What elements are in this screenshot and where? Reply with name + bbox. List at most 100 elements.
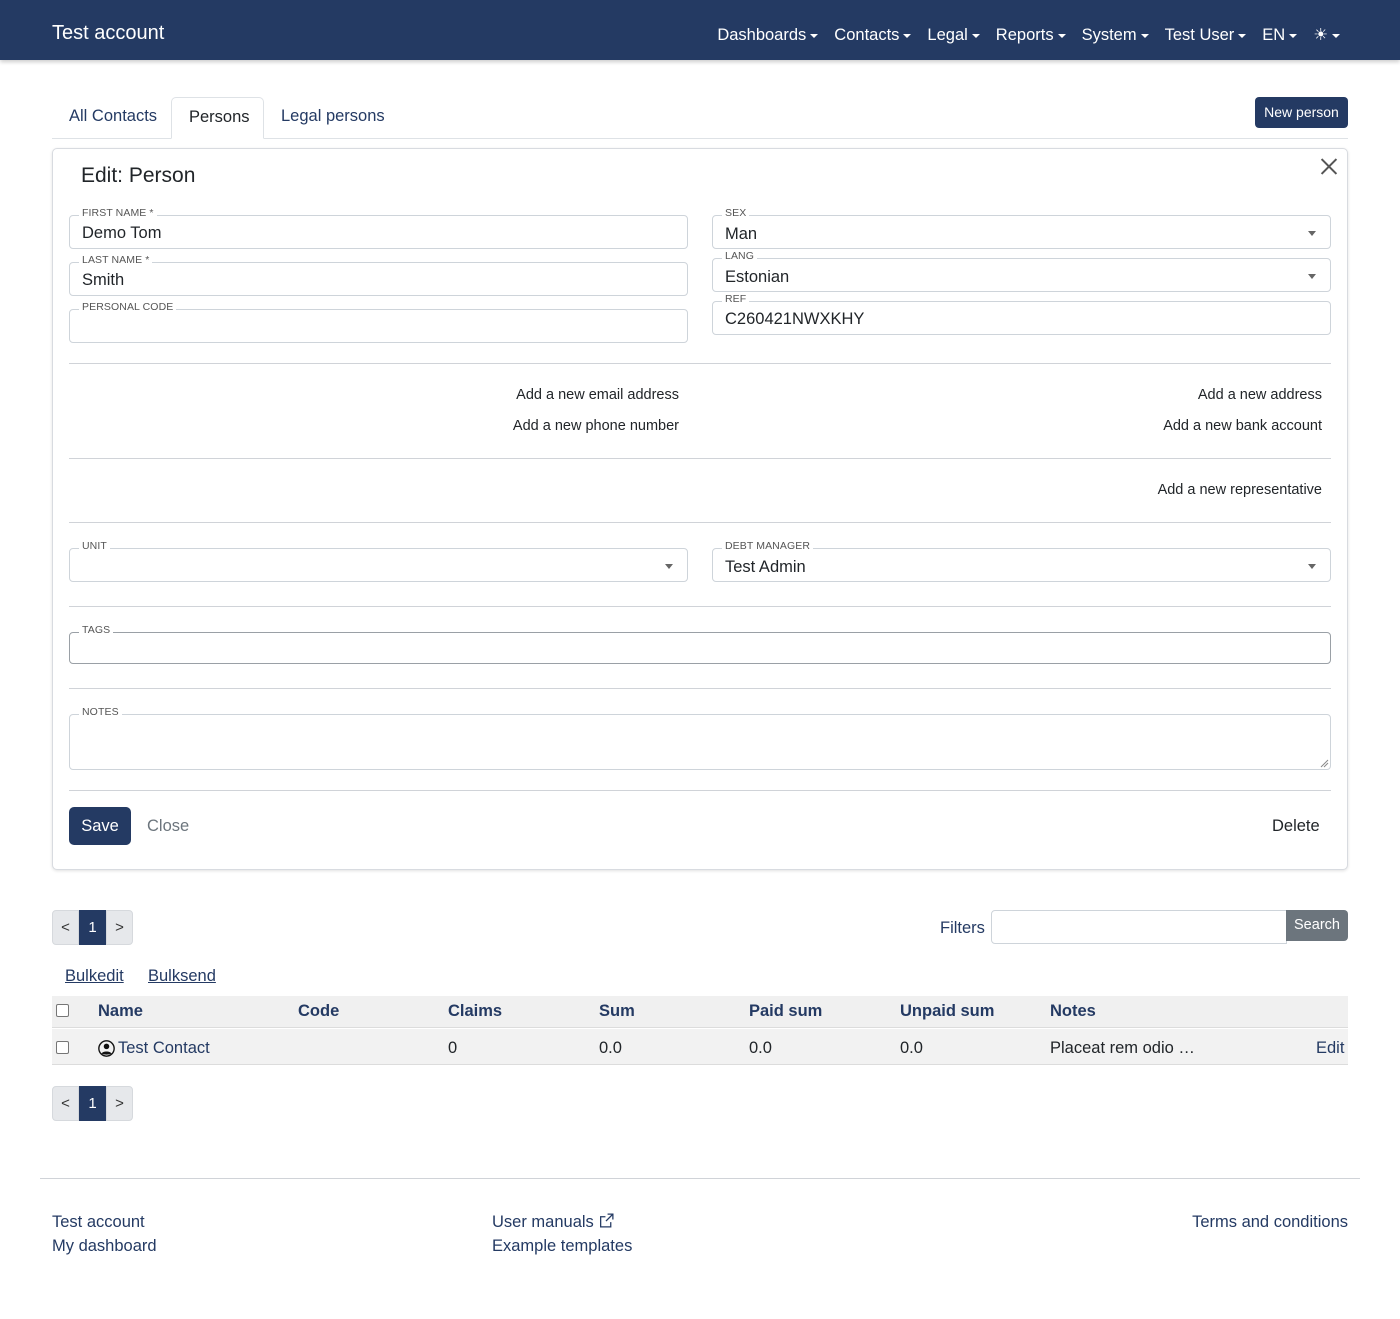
nav-user[interactable]: Test User: [1165, 25, 1247, 45]
col-name[interactable]: Name: [98, 1002, 143, 1021]
search-button[interactable]: Search: [1286, 910, 1348, 941]
page-1-button[interactable]: 1: [79, 1086, 106, 1121]
table-header: [52, 996, 1348, 1028]
tags-input[interactable]: [69, 632, 1331, 664]
footer-my-dashboard-link[interactable]: My dashboard: [52, 1237, 157, 1256]
nav-reports-label: Reports: [995, 25, 1054, 44]
col-notes[interactable]: Notes: [1050, 1002, 1096, 1021]
footer-example-templates-link[interactable]: Example templates: [492, 1237, 632, 1256]
footer-divider: [40, 1178, 1360, 1179]
col-paid-sum[interactable]: Paid sum: [749, 1002, 822, 1021]
ref-label: REF: [722, 293, 750, 305]
col-sum[interactable]: Sum: [599, 1002, 635, 1021]
row-name-link[interactable]: Test Contact: [118, 1039, 210, 1058]
last-name-field[interactable]: [69, 262, 688, 296]
row-edit-link[interactable]: Edit: [1316, 1039, 1344, 1058]
tab-legal-persons[interactable]: Legal persons: [264, 97, 402, 139]
nav-system[interactable]: System: [1082, 25, 1149, 45]
notes-textarea[interactable]: [69, 714, 1331, 770]
tab-all-contacts[interactable]: All Contacts: [52, 97, 174, 139]
prev-page-button[interactable]: <: [52, 910, 79, 945]
tab-persons[interactable]: Persons: [171, 97, 264, 139]
tags-label: TAGS: [79, 624, 114, 636]
nav-dashboards[interactable]: Dashboards: [717, 25, 819, 45]
page-1-button[interactable]: 1: [79, 910, 106, 945]
user-manuals-label: User manuals: [492, 1213, 594, 1231]
brand-title[interactable]: Test account: [52, 22, 164, 45]
nav-contacts-label: Contacts: [834, 25, 900, 44]
nav-contacts[interactable]: Contacts: [834, 25, 912, 45]
nav-reports[interactable]: Reports: [996, 25, 1066, 45]
nav-language[interactable]: EN: [1262, 25, 1298, 45]
first-name-field[interactable]: [69, 215, 688, 249]
first-name-value: Demo Tom: [82, 224, 162, 242]
divider: [69, 688, 1331, 689]
chevron-down-icon: [1308, 564, 1316, 569]
add-email-link[interactable]: Add a new email address: [516, 387, 679, 403]
col-claims[interactable]: Claims: [448, 1002, 502, 1021]
nav-theme[interactable]: ☀: [1313, 25, 1340, 45]
chevron-down-icon: [665, 564, 673, 569]
notes-label: NOTES: [79, 706, 122, 718]
person-circle-icon: [98, 1040, 115, 1057]
lang-select[interactable]: [712, 258, 1331, 292]
row-checkbox[interactable]: [56, 1041, 69, 1054]
add-representative-link[interactable]: Add a new representative: [1158, 482, 1322, 498]
close-button[interactable]: Close: [147, 817, 189, 836]
row-paid-sum: 0.0: [749, 1039, 772, 1057]
caret-down-icon: [1238, 34, 1247, 38]
filters-input[interactable]: [991, 910, 1287, 944]
last-name-label: LAST NAME *: [79, 254, 153, 266]
external-link-icon: [599, 1213, 614, 1228]
ref-value: C260421NWXKHY: [725, 310, 865, 328]
debt-manager-label: DEBT MANAGER: [722, 540, 814, 552]
select-all-checkbox[interactable]: [56, 1004, 69, 1017]
nav-dashboards-label: Dashboards: [717, 25, 807, 44]
sex-select[interactable]: [712, 215, 1331, 249]
first-name-label: FIRST NAME *: [79, 207, 157, 219]
footer-terms-link[interactable]: Terms and conditions: [1192, 1213, 1348, 1232]
caret-down-icon: [971, 34, 980, 38]
col-unpaid-sum[interactable]: Unpaid sum: [900, 1002, 994, 1021]
close-icon[interactable]: [1318, 155, 1340, 177]
filters-label: Filters: [940, 919, 985, 937]
divider: [69, 606, 1331, 607]
resize-handle-icon[interactable]: [1320, 759, 1329, 768]
last-name-value: Smith: [82, 271, 125, 289]
caret-down-icon: [1140, 34, 1149, 38]
save-button[interactable]: Save: [69, 807, 131, 845]
personal-code-field[interactable]: [69, 309, 688, 343]
sex-label: SEX: [722, 207, 750, 219]
delete-button[interactable]: Delete: [1272, 817, 1320, 836]
caret-down-icon: [1289, 34, 1298, 38]
debt-manager-value: Test Admin: [725, 558, 806, 576]
divider: [69, 522, 1331, 523]
footer-user-manuals-link[interactable]: User manuals: [492, 1213, 615, 1232]
caret-down-icon: [1057, 34, 1066, 38]
nav-legal-label: Legal: [927, 25, 968, 44]
col-code[interactable]: Code: [298, 1002, 339, 1021]
row-unpaid-sum: 0.0: [900, 1039, 923, 1057]
pagination-top: < 1 >: [52, 910, 133, 945]
sun-icon: ☀: [1313, 26, 1328, 44]
footer-test-account-link[interactable]: Test account: [52, 1213, 145, 1232]
unit-select[interactable]: [69, 548, 688, 582]
add-address-link[interactable]: Add a new address: [1198, 387, 1322, 403]
row-claims: 0: [448, 1039, 458, 1057]
add-phone-link[interactable]: Add a new phone number: [513, 418, 679, 434]
caret-down-icon: [1332, 34, 1340, 38]
sex-value: Man: [725, 225, 758, 243]
lang-value: Estonian: [725, 268, 790, 286]
bulksend-link[interactable]: Bulksend: [148, 967, 216, 986]
edit-title: Edit: Person: [81, 164, 196, 187]
new-person-button[interactable]: New person: [1255, 97, 1348, 128]
next-page-button[interactable]: >: [106, 910, 133, 945]
caret-down-icon: [810, 34, 819, 38]
prev-page-button[interactable]: <: [52, 1086, 79, 1121]
nav-legal[interactable]: Legal: [927, 25, 980, 45]
caret-down-icon: [903, 34, 912, 38]
bulkedit-link[interactable]: Bulkedit: [65, 967, 124, 986]
add-bank-account-link[interactable]: Add a new bank account: [1163, 418, 1322, 434]
next-page-button[interactable]: >: [106, 1086, 133, 1121]
nav-language-label: EN: [1262, 25, 1286, 44]
